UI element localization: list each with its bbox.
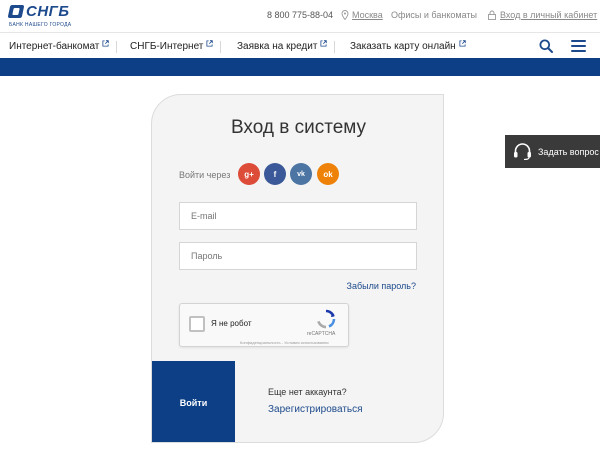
recaptcha-checkbox[interactable] <box>189 316 205 332</box>
city-selector[interactable]: Москва <box>341 10 383 20</box>
nav-item-sngb-internet[interactable]: СНГБ-Интернет <box>130 40 214 52</box>
brand-logo[interactable]: СНГБ БАНК НАШЕГО ГОРОДА <box>7 3 79 29</box>
brand-name: СНГБ <box>26 3 70 20</box>
google-plus-icon[interactable]: g+ <box>238 163 260 185</box>
nav-divider <box>220 41 221 53</box>
login-button[interactable]: Войти <box>152 361 235 442</box>
headset-icon <box>514 143 531 160</box>
vk-icon[interactable]: vk <box>290 163 312 185</box>
hamburger-icon[interactable] <box>571 40 586 52</box>
ask-question-label: Задать вопрос <box>538 146 599 157</box>
forgot-password-link[interactable]: Забыли пароль? <box>347 281 416 291</box>
odnoklassniki-icon[interactable]: ok <box>317 163 339 185</box>
main-nav: Интернет-банкомат СНГБ-Интернет Заявка н… <box>0 32 600 58</box>
logo-mark-icon <box>7 5 25 18</box>
password-field[interactable] <box>179 242 417 270</box>
city-label: Москва <box>352 10 383 20</box>
search-icon[interactable] <box>539 39 553 53</box>
external-link-icon <box>206 40 214 47</box>
phone-number[interactable]: 8 800 775-88-04 <box>267 10 333 20</box>
offices-link[interactable]: Офисы и банкоматы <box>391 10 477 20</box>
nav-item-label: Заказать карту онлайн <box>350 41 456 52</box>
nav-item-order-card[interactable]: Заказать карту онлайн <box>350 40 466 52</box>
hero-band <box>0 58 600 76</box>
recaptcha-label: Я не робот <box>211 319 252 328</box>
nav-item-internet-bankomat[interactable]: Интернет-банкомат <box>9 40 110 52</box>
nav-divider <box>334 41 335 53</box>
login-card: Вход в систему Войти через g+ f vk ok За… <box>151 94 444 443</box>
nav-item-credit-request[interactable]: Заявка на кредит <box>237 40 328 52</box>
ask-question-button[interactable]: Задать вопрос <box>505 135 600 168</box>
top-bar: СНГБ БАНК НАШЕГО ГОРОДА 8 800 775-88-04 … <box>0 0 600 32</box>
nav-item-label: СНГБ-Интернет <box>130 41 204 52</box>
nav-item-label: Интернет-банкомат <box>9 41 100 52</box>
nav-divider <box>116 41 117 53</box>
social-login-label: Войти через <box>179 170 231 180</box>
nav-item-label: Заявка на кредит <box>237 41 318 52</box>
external-link-icon <box>102 40 110 47</box>
recaptcha-icon <box>317 309 336 329</box>
facebook-icon[interactable]: f <box>264 163 286 185</box>
location-pin-icon <box>341 10 349 20</box>
cabinet-login-link[interactable]: Вход в личный кабинет <box>488 10 597 20</box>
email-field[interactable] <box>179 202 417 230</box>
external-link-icon <box>459 40 466 47</box>
login-title: Вход в систему <box>230 117 367 138</box>
brand-tagline: БАНК НАШЕГО ГОРОДА <box>9 22 72 28</box>
recaptcha-widget: Я не робот reCAPTCHA Конфиденциальность … <box>179 303 349 347</box>
register-link[interactable]: Зарегистрироваться <box>268 404 363 415</box>
cabinet-label: Вход в личный кабинет <box>500 10 598 20</box>
no-account-text: Еще нет аккаунта? <box>268 387 347 397</box>
recaptcha-links[interactable]: Конфиденциальность - Условия использован… <box>240 340 329 345</box>
recaptcha-brand: reCAPTCHA <box>307 331 336 337</box>
lock-icon <box>488 10 496 20</box>
external-link-icon <box>320 40 328 47</box>
